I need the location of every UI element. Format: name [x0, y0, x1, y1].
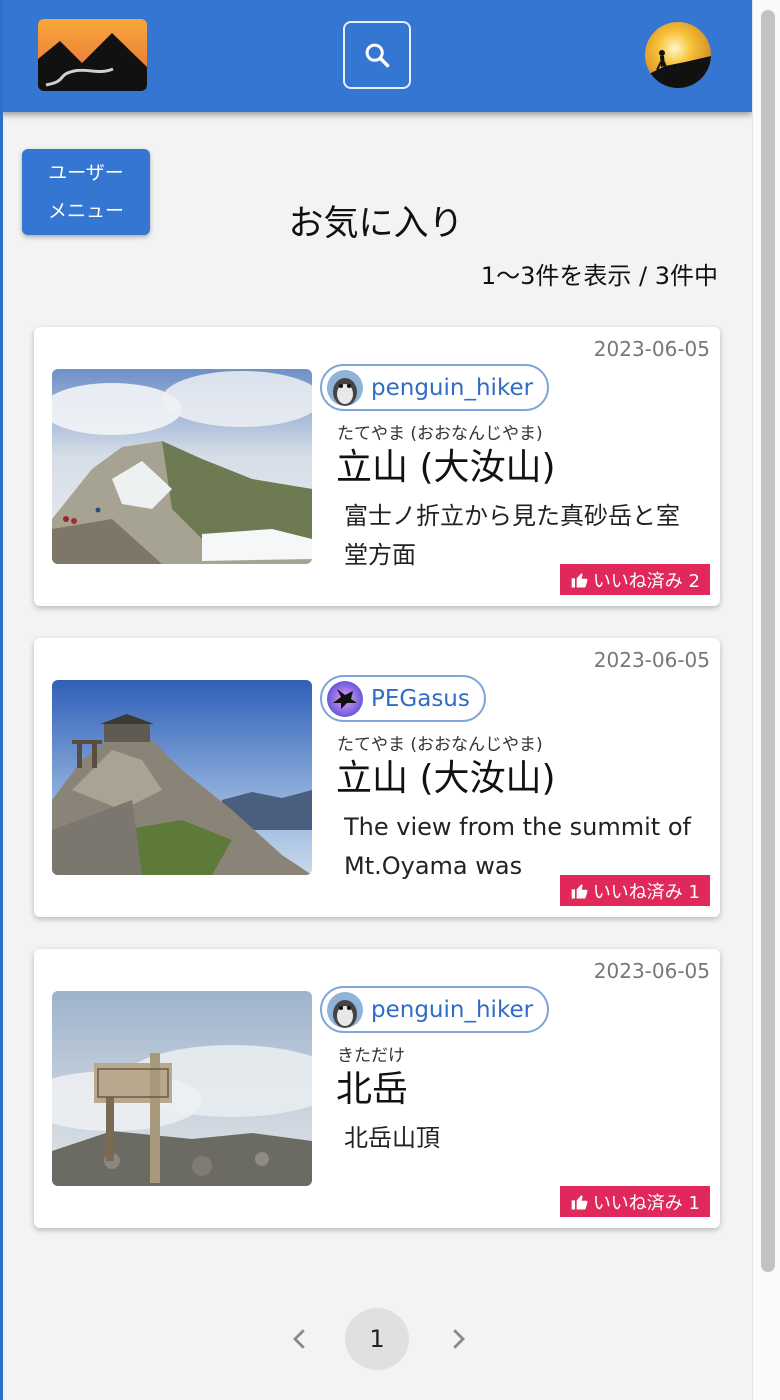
- mountain-photo[interactable]: [52, 991, 312, 1186]
- top-app-bar: [0, 0, 752, 112]
- favorite-card[interactable]: 2023-06-05: [34, 638, 720, 917]
- thumbs-up-icon: [571, 1194, 588, 1209]
- user-chip[interactable]: PEGasus: [320, 675, 486, 722]
- like-label: いいね済み 1: [592, 881, 700, 903]
- post-date: 2023-06-05: [593, 337, 710, 361]
- favorite-card[interactable]: 2023-06-05: [34, 949, 720, 1228]
- penguin-avatar-icon: [327, 369, 363, 406]
- chevron-right-icon: [453, 1329, 465, 1349]
- page-title: お気に入り: [288, 204, 464, 244]
- mountain-logo-icon[interactable]: [38, 19, 147, 91]
- mountain-name[interactable]: 北岳: [336, 1060, 408, 1112]
- thumbs-up-icon: [571, 883, 588, 898]
- like-button[interactable]: いいね済み 1: [559, 1186, 710, 1217]
- user-menu-label-line1: ユーザー: [48, 162, 124, 184]
- mountain-name[interactable]: 立山 (大汝山): [336, 438, 556, 490]
- window-edge: [0, 0, 3, 1400]
- app-frame: ユーザー メニュー お気に入り 1〜3件を表示 / 3件中 2023-06-05: [0, 0, 752, 1400]
- page-1-button[interactable]: 1: [345, 1308, 409, 1370]
- post-date: 2023-06-05: [593, 648, 710, 672]
- search-icon: [365, 43, 390, 68]
- vertical-scrollbar[interactable]: [752, 0, 780, 1400]
- favorite-card[interactable]: 2023-06-05: [34, 327, 720, 606]
- user-avatar-icon[interactable]: [645, 22, 711, 88]
- previous-page-button[interactable]: [285, 1324, 315, 1358]
- user-chip[interactable]: penguin_hiker: [320, 364, 550, 411]
- user-name: PEGasus: [371, 685, 470, 712]
- like-button[interactable]: いいね済み 2: [559, 564, 710, 595]
- post-date: 2023-06-05: [593, 959, 710, 983]
- mountain-name[interactable]: 立山 (大汝山): [336, 749, 556, 801]
- scrollbar-thumb[interactable]: [761, 10, 775, 1272]
- thumbs-up-icon: [571, 572, 588, 587]
- like-label: いいね済み 2: [592, 570, 700, 592]
- mountain-photo[interactable]: [52, 680, 312, 875]
- result-count: 1〜3件を表示 / 3件中: [480, 262, 718, 290]
- pegasus-avatar-icon: [327, 680, 363, 717]
- user-chip[interactable]: penguin_hiker: [320, 986, 550, 1033]
- penguin-avatar-icon: [327, 991, 363, 1028]
- mountain-photo[interactable]: [52, 369, 312, 564]
- chevron-left-icon: [293, 1329, 305, 1349]
- pagination: 1: [0, 1308, 752, 1370]
- user-name: penguin_hiker: [371, 996, 534, 1023]
- search-button[interactable]: [343, 21, 411, 89]
- next-page-button[interactable]: [443, 1324, 473, 1358]
- like-button[interactable]: いいね済み 1: [559, 875, 710, 906]
- like-label: いいね済み 1: [592, 1192, 700, 1214]
- user-name: penguin_hiker: [371, 374, 534, 401]
